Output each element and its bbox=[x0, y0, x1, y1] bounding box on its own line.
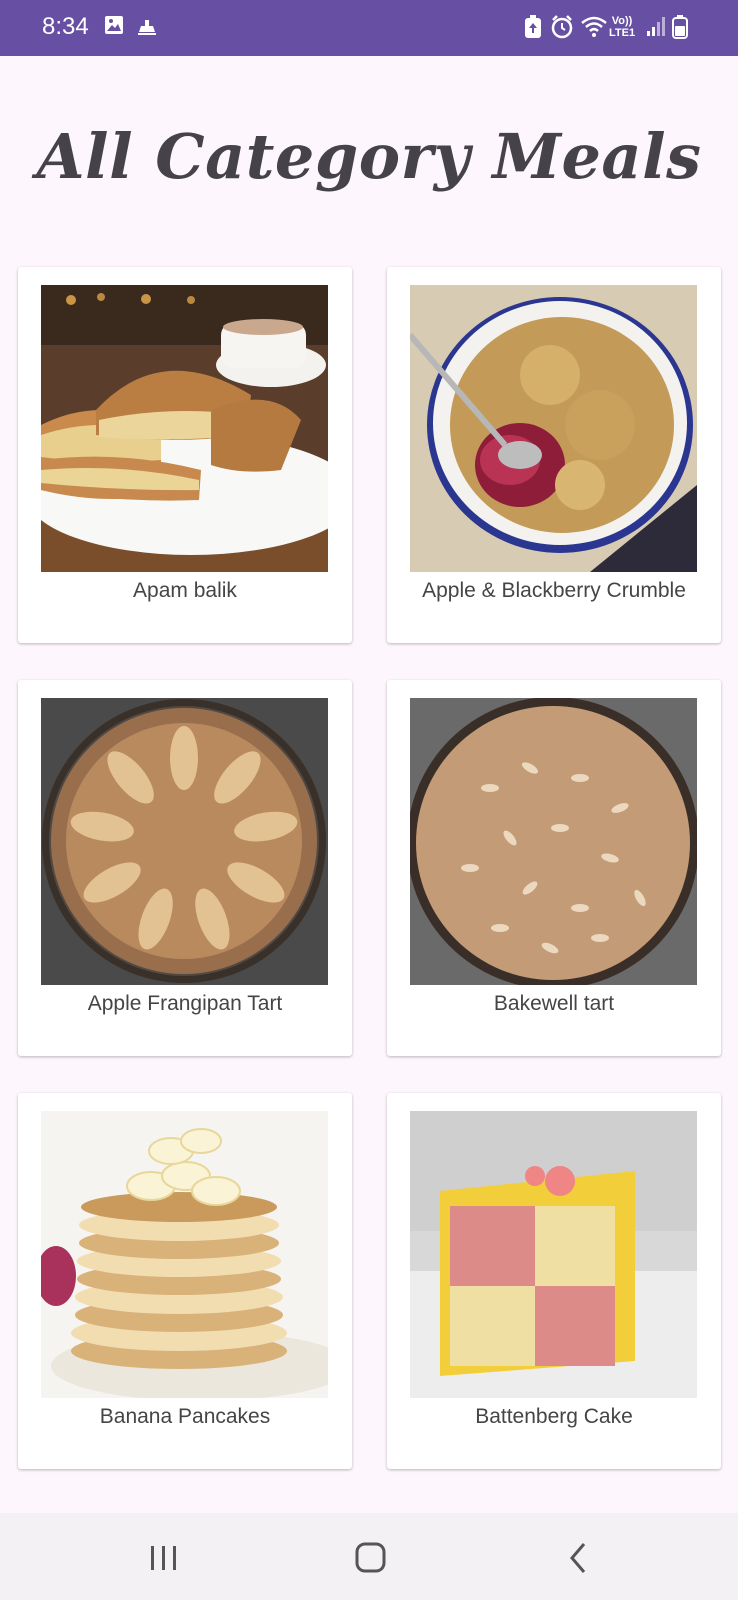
home-icon[interactable] bbox=[349, 1541, 393, 1575]
meal-card-banana-pancakes[interactable]: Banana Pancakes bbox=[18, 1093, 352, 1469]
meal-card-apple-blackberry-crumble[interactable]: Apple & Blackberry Crumble bbox=[387, 267, 721, 643]
banana-pancakes-photo bbox=[41, 1111, 328, 1398]
meal-card-apam-balik[interactable]: Apam balik bbox=[18, 267, 352, 643]
battenberg-cake-photo bbox=[410, 1111, 697, 1398]
lte-label: LTE1 bbox=[609, 27, 636, 39]
volte-label: Vo)) bbox=[611, 15, 633, 27]
meal-name: Bakewell tart bbox=[493, 992, 615, 1015]
meal-name: Apple Frangipan Tart bbox=[87, 992, 283, 1015]
apam-balik-photo bbox=[41, 285, 328, 572]
meal-card-battenberg-cake[interactable]: Battenberg Cake bbox=[387, 1093, 721, 1469]
signal-icon bbox=[645, 14, 667, 45]
meal-name: Apple & Blackberry Crumble bbox=[422, 579, 686, 602]
volte-lte1-icon: Vo)) LTE1 bbox=[609, 15, 635, 39]
meal-name: Apam balik bbox=[133, 579, 237, 602]
notification-icon bbox=[135, 14, 159, 41]
meal-name: Battenberg Cake bbox=[475, 1405, 633, 1428]
apple-blackberry-crumble-photo bbox=[410, 285, 697, 572]
apple-frangipan-tart-photo bbox=[41, 698, 328, 985]
battery-saver-icon bbox=[522, 14, 544, 45]
meal-name: Banana Pancakes bbox=[99, 1405, 271, 1428]
wifi-icon bbox=[580, 14, 608, 45]
status-time: 8:34 bbox=[42, 13, 89, 40]
meal-card-apple-frangipan-tart[interactable]: Apple Frangipan Tart bbox=[18, 680, 352, 1056]
page-title: All Category Meals bbox=[36, 120, 702, 193]
alarm-icon bbox=[550, 14, 574, 45]
navigation-bar bbox=[0, 1513, 738, 1600]
battery-icon bbox=[672, 14, 688, 45]
recent-apps-icon[interactable] bbox=[142, 1541, 186, 1575]
back-icon[interactable] bbox=[556, 1541, 600, 1575]
gallery-icon bbox=[103, 14, 125, 41]
bakewell-tart-photo bbox=[410, 698, 697, 985]
meal-card-bakewell-tart[interactable]: Bakewell tart bbox=[387, 680, 721, 1056]
status-bar: 8:34 Vo)) LTE1 bbox=[0, 0, 738, 56]
